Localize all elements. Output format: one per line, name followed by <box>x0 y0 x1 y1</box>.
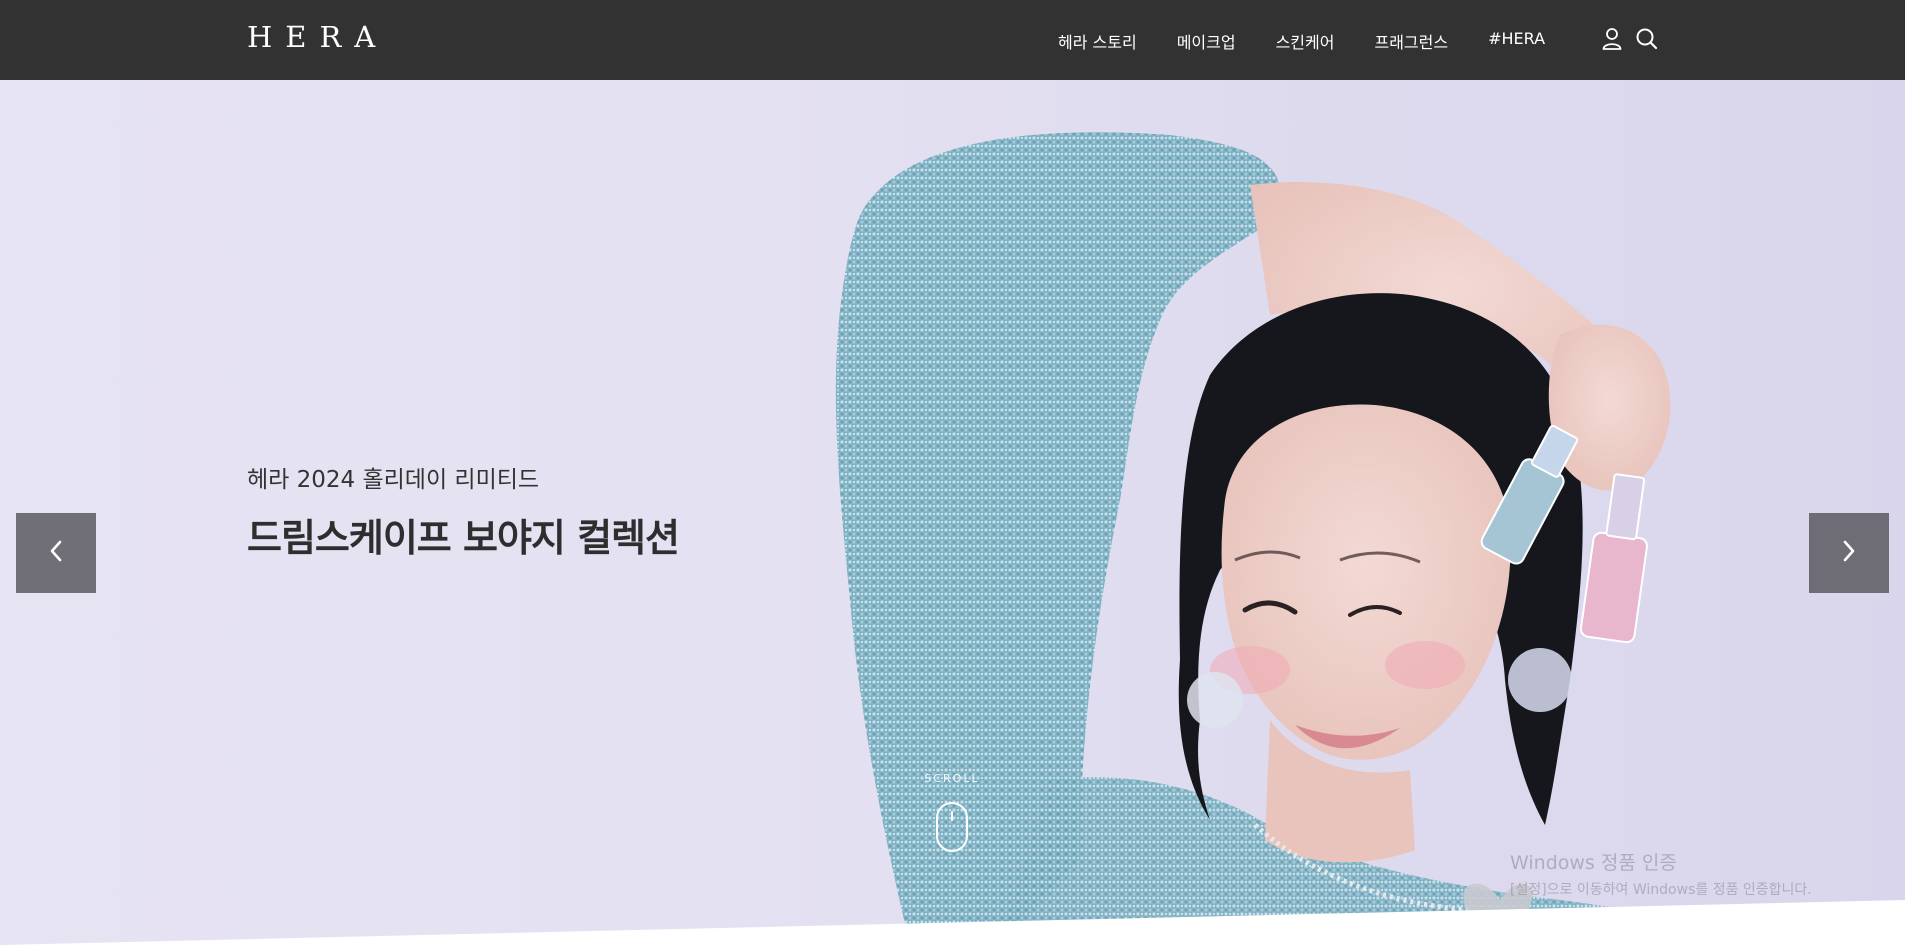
nav-item-skincare[interactable]: 스킨케어 <box>1276 29 1335 53</box>
nav-item-hashtag-hera[interactable]: #HERA <box>1488 29 1545 53</box>
site-header: HERA 헤라 스토리 메이크업 스킨케어 프래그런스 #HERA <box>0 0 1905 80</box>
next-slide-button[interactable] <box>1809 513 1889 593</box>
mouse-icon <box>935 801 969 853</box>
hera-logo[interactable]: HERA <box>247 20 388 54</box>
hero-banner: 헤라 2024 홀리데이 리미티드 드림스케이프 보야지 컬렉션 SCROLL … <box>0 80 1905 945</box>
user-icon[interactable] <box>1601 27 1623 51</box>
hero-subtitle: 헤라 2024 홀리데이 리미티드 <box>247 467 540 493</box>
prev-slide-button[interactable] <box>16 513 96 593</box>
chevron-left-icon <box>49 540 63 566</box>
search-icon[interactable] <box>1635 27 1658 51</box>
nav-item-hera-story[interactable]: 헤라 스토리 <box>1058 29 1137 53</box>
hero-title: 드림스케이프 보야지 컬렉션 <box>247 516 680 560</box>
scroll-label: SCROLL <box>924 772 980 785</box>
main-nav: 헤라 스토리 메이크업 스킨케어 프래그런스 #HERA <box>1058 29 1545 53</box>
header-utility <box>1601 27 1658 51</box>
nav-item-fragrance[interactable]: 프래그런스 <box>1374 29 1448 53</box>
chevron-right-icon <box>1842 540 1856 566</box>
watermark-title: Windows 정품 인증 <box>1510 852 1677 874</box>
windows-activation-watermark: Windows 정품 인증 [설정]으로 이동하여 Windows를 정품 인증… <box>1510 848 1812 899</box>
scroll-indicator[interactable]: SCROLL <box>920 772 984 853</box>
watermark-subtitle: [설정]으로 이동하여 Windows를 정품 인증합니다. <box>1510 882 1812 898</box>
nav-item-makeup[interactable]: 메이크업 <box>1177 29 1236 53</box>
